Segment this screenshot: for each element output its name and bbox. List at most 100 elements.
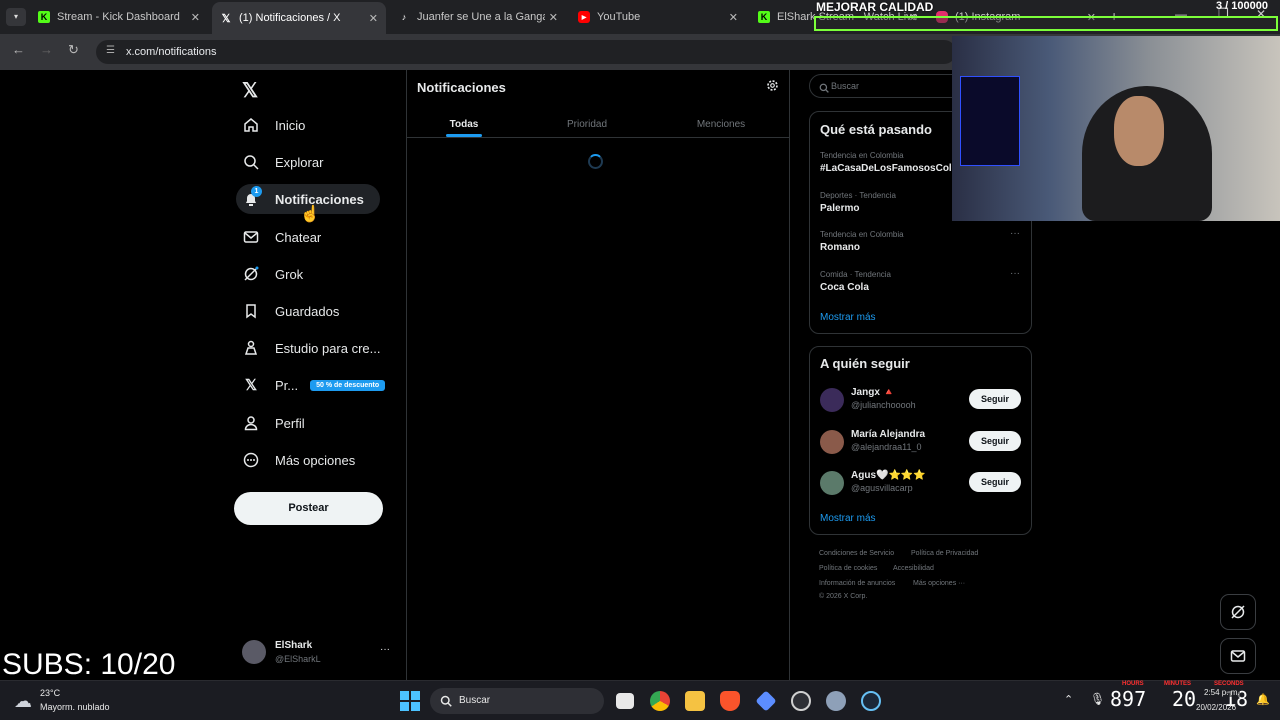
follow-suggestion[interactable]: Jangx 🔺 @julianchooooh Seguir: [810, 385, 1031, 415]
clock-time[interactable]: 2:54 p. m.: [1204, 688, 1240, 697]
tab-tiktok[interactable]: ♪ Juanfer se Une a la Ganga de ✕: [390, 4, 566, 30]
trends-title: Qué está pasando: [820, 122, 932, 137]
trend-title: Romano: [820, 242, 860, 253]
avatar: [242, 640, 266, 664]
sidebar-item-label: Perfil: [275, 415, 305, 431]
sidebar-item-chatear[interactable]: Chatear: [236, 222, 327, 252]
youtube-icon: ▶: [578, 11, 590, 23]
steam-icon[interactable]: [861, 691, 881, 711]
sidebar-item-grok[interactable]: Grok: [236, 259, 309, 289]
x-logo-icon: 𝕏: [221, 12, 231, 25]
account-name: ElShark: [275, 640, 313, 651]
sidebar-item-guardados[interactable]: Guardados: [236, 296, 345, 326]
search-icon: [242, 153, 260, 171]
more-dots-icon[interactable]: ···: [1010, 268, 1020, 279]
taskbar-search[interactable]: Buscar: [430, 688, 604, 714]
grok-icon: [242, 265, 260, 283]
weather-widget[interactable]: ☁ 23°C Mayorm. nublado: [14, 687, 124, 715]
trends-show-more-link[interactable]: Mostrar más: [820, 312, 876, 323]
tab-label: Menciones: [696, 119, 746, 130]
tab-youtube[interactable]: ▶ YouTube ✕: [570, 4, 746, 30]
follow-name: Jangx 🔺: [851, 387, 896, 398]
grok-float-button[interactable]: [1220, 594, 1256, 630]
close-tab-icon[interactable]: ✕: [191, 11, 200, 24]
site-info-icon[interactable]: ☰: [106, 45, 115, 56]
browser-tab-bar: ▾ K Stream - Kick Dashboard ✕ 𝕏 (1) Noti…: [0, 0, 1280, 34]
trend-context: Tendencia en Colombia: [820, 230, 904, 239]
notifications-icon[interactable]: 🔔: [1256, 693, 1270, 706]
messages-float-button[interactable]: [1220, 638, 1256, 674]
footer-link[interactable]: Política de cookies: [819, 565, 877, 572]
sidebar-item-premium[interactable]: 𝕏 Pr... 50 % de descuento: [236, 370, 391, 400]
tab-prioridad[interactable]: Prioridad: [556, 114, 618, 132]
address-bar[interactable]: ☰ x.com/notifications: [96, 40, 956, 64]
tab-kick-dashboard[interactable]: K Stream - Kick Dashboard ✕: [30, 4, 208, 30]
avatar: [820, 388, 844, 412]
home-icon: [242, 116, 260, 134]
close-tab-icon[interactable]: ✕: [369, 12, 378, 25]
more-dots-icon[interactable]: ···: [1010, 228, 1020, 239]
footer-link[interactable]: Accesibilidad: [893, 565, 934, 572]
task-view-icon[interactable]: [616, 693, 634, 709]
post-button[interactable]: Postear: [234, 492, 383, 525]
follow-show-more-link[interactable]: Mostrar más: [820, 513, 876, 524]
footer-link[interactable]: Política de Privacidad: [911, 550, 978, 557]
trend-item[interactable]: Tendencia en Colombia Romano ···: [820, 228, 1025, 253]
reload-icon[interactable]: ↻: [68, 42, 79, 58]
sidebar-item-label: Estudio para cre...: [275, 340, 381, 356]
follow-suggestion[interactable]: Agus🤍⭐⭐⭐ @agusvillacarp Seguir: [810, 468, 1031, 498]
search-icon: [819, 80, 829, 98]
footer-link[interactable]: Información de anuncios: [819, 580, 895, 587]
who-to-follow-card: A quién seguir Jangx 🔺 @julianchooooh Se…: [809, 346, 1032, 535]
trend-item[interactable]: Comida · Tendencia Coca Cola ···: [820, 268, 1025, 293]
weather-temp: 23°C: [40, 688, 61, 698]
tray-chevron-icon[interactable]: ⌃: [1064, 693, 1073, 706]
account-switcher[interactable]: ElShark @ElSharkL ···: [240, 636, 396, 670]
follow-handle: @agusvillacarp: [851, 483, 913, 493]
timer-hours: 897: [1110, 687, 1147, 711]
settings-gear-icon[interactable]: [766, 79, 779, 97]
avatar: [820, 471, 844, 495]
chrome-icon[interactable]: [650, 691, 670, 711]
app-circle-icon[interactable]: [791, 691, 811, 711]
follow-handle: @alejandraa11_0: [851, 442, 922, 452]
footer-link[interactable]: Más opciones ···: [913, 580, 965, 587]
clock-date[interactable]: 20/02/2026: [1196, 703, 1236, 712]
tab-todas[interactable]: Todas: [440, 114, 488, 138]
sidebar-item-perfil[interactable]: Perfil: [236, 408, 311, 438]
start-button[interactable]: [400, 691, 420, 711]
tab-label: Stream - Kick Dashboard: [57, 11, 180, 23]
more-dots-icon[interactable]: ···: [380, 644, 390, 655]
microphone-icon[interactable]: 🎙: [1090, 692, 1105, 706]
tab-label: Juanfer se Une a la Ganga de: [417, 11, 545, 23]
close-tab-icon[interactable]: ✕: [729, 11, 738, 24]
sidebar-item-mas-opciones[interactable]: Más opciones: [236, 445, 361, 475]
avatar: [820, 430, 844, 454]
tab-menciones[interactable]: Menciones: [690, 114, 752, 132]
follow-button[interactable]: Seguir: [969, 431, 1021, 451]
follow-button[interactable]: Seguir: [969, 472, 1021, 492]
x-logo-icon[interactable]: 𝕏: [242, 78, 258, 103]
sidebar-item-estudio[interactable]: Estudio para cre...: [236, 333, 387, 363]
tab-label: (1) Notificaciones / X: [239, 12, 341, 24]
kick-icon: K: [758, 11, 770, 23]
close-tab-icon[interactable]: ✕: [549, 11, 558, 24]
brave-icon[interactable]: [720, 691, 740, 711]
forward-icon[interactable]: →: [40, 42, 53, 57]
sidebar-item-explorar[interactable]: Explorar: [236, 147, 329, 177]
back-icon[interactable]: ←: [12, 42, 25, 57]
settings-gear-icon[interactable]: [826, 691, 846, 711]
file-explorer-icon[interactable]: [685, 691, 705, 711]
weather-desc: Mayorm. nublado: [40, 702, 110, 712]
tab-label: Todas: [449, 119, 479, 130]
sidebar-item-inicio[interactable]: Inicio: [236, 110, 311, 140]
tab-search-dropdown-icon[interactable]: ▾: [6, 8, 26, 26]
tab-label: YouTube: [597, 11, 641, 23]
tab-x-notifications[interactable]: 𝕏 (1) Notificaciones / X ✕: [212, 2, 386, 34]
timer-minutes: 20: [1172, 687, 1197, 711]
windows-taskbar: ☁ 23°C Mayorm. nublado Buscar ⌃ 🎙 HOURS …: [0, 680, 1280, 720]
follow-button[interactable]: Seguir: [969, 389, 1021, 409]
app-diamond-icon[interactable]: [755, 690, 777, 712]
follow-suggestion[interactable]: María Alejandra @alejandraa11_0 Seguir: [810, 427, 1031, 457]
footer-link[interactable]: Condiciones de Servicio: [819, 550, 894, 557]
